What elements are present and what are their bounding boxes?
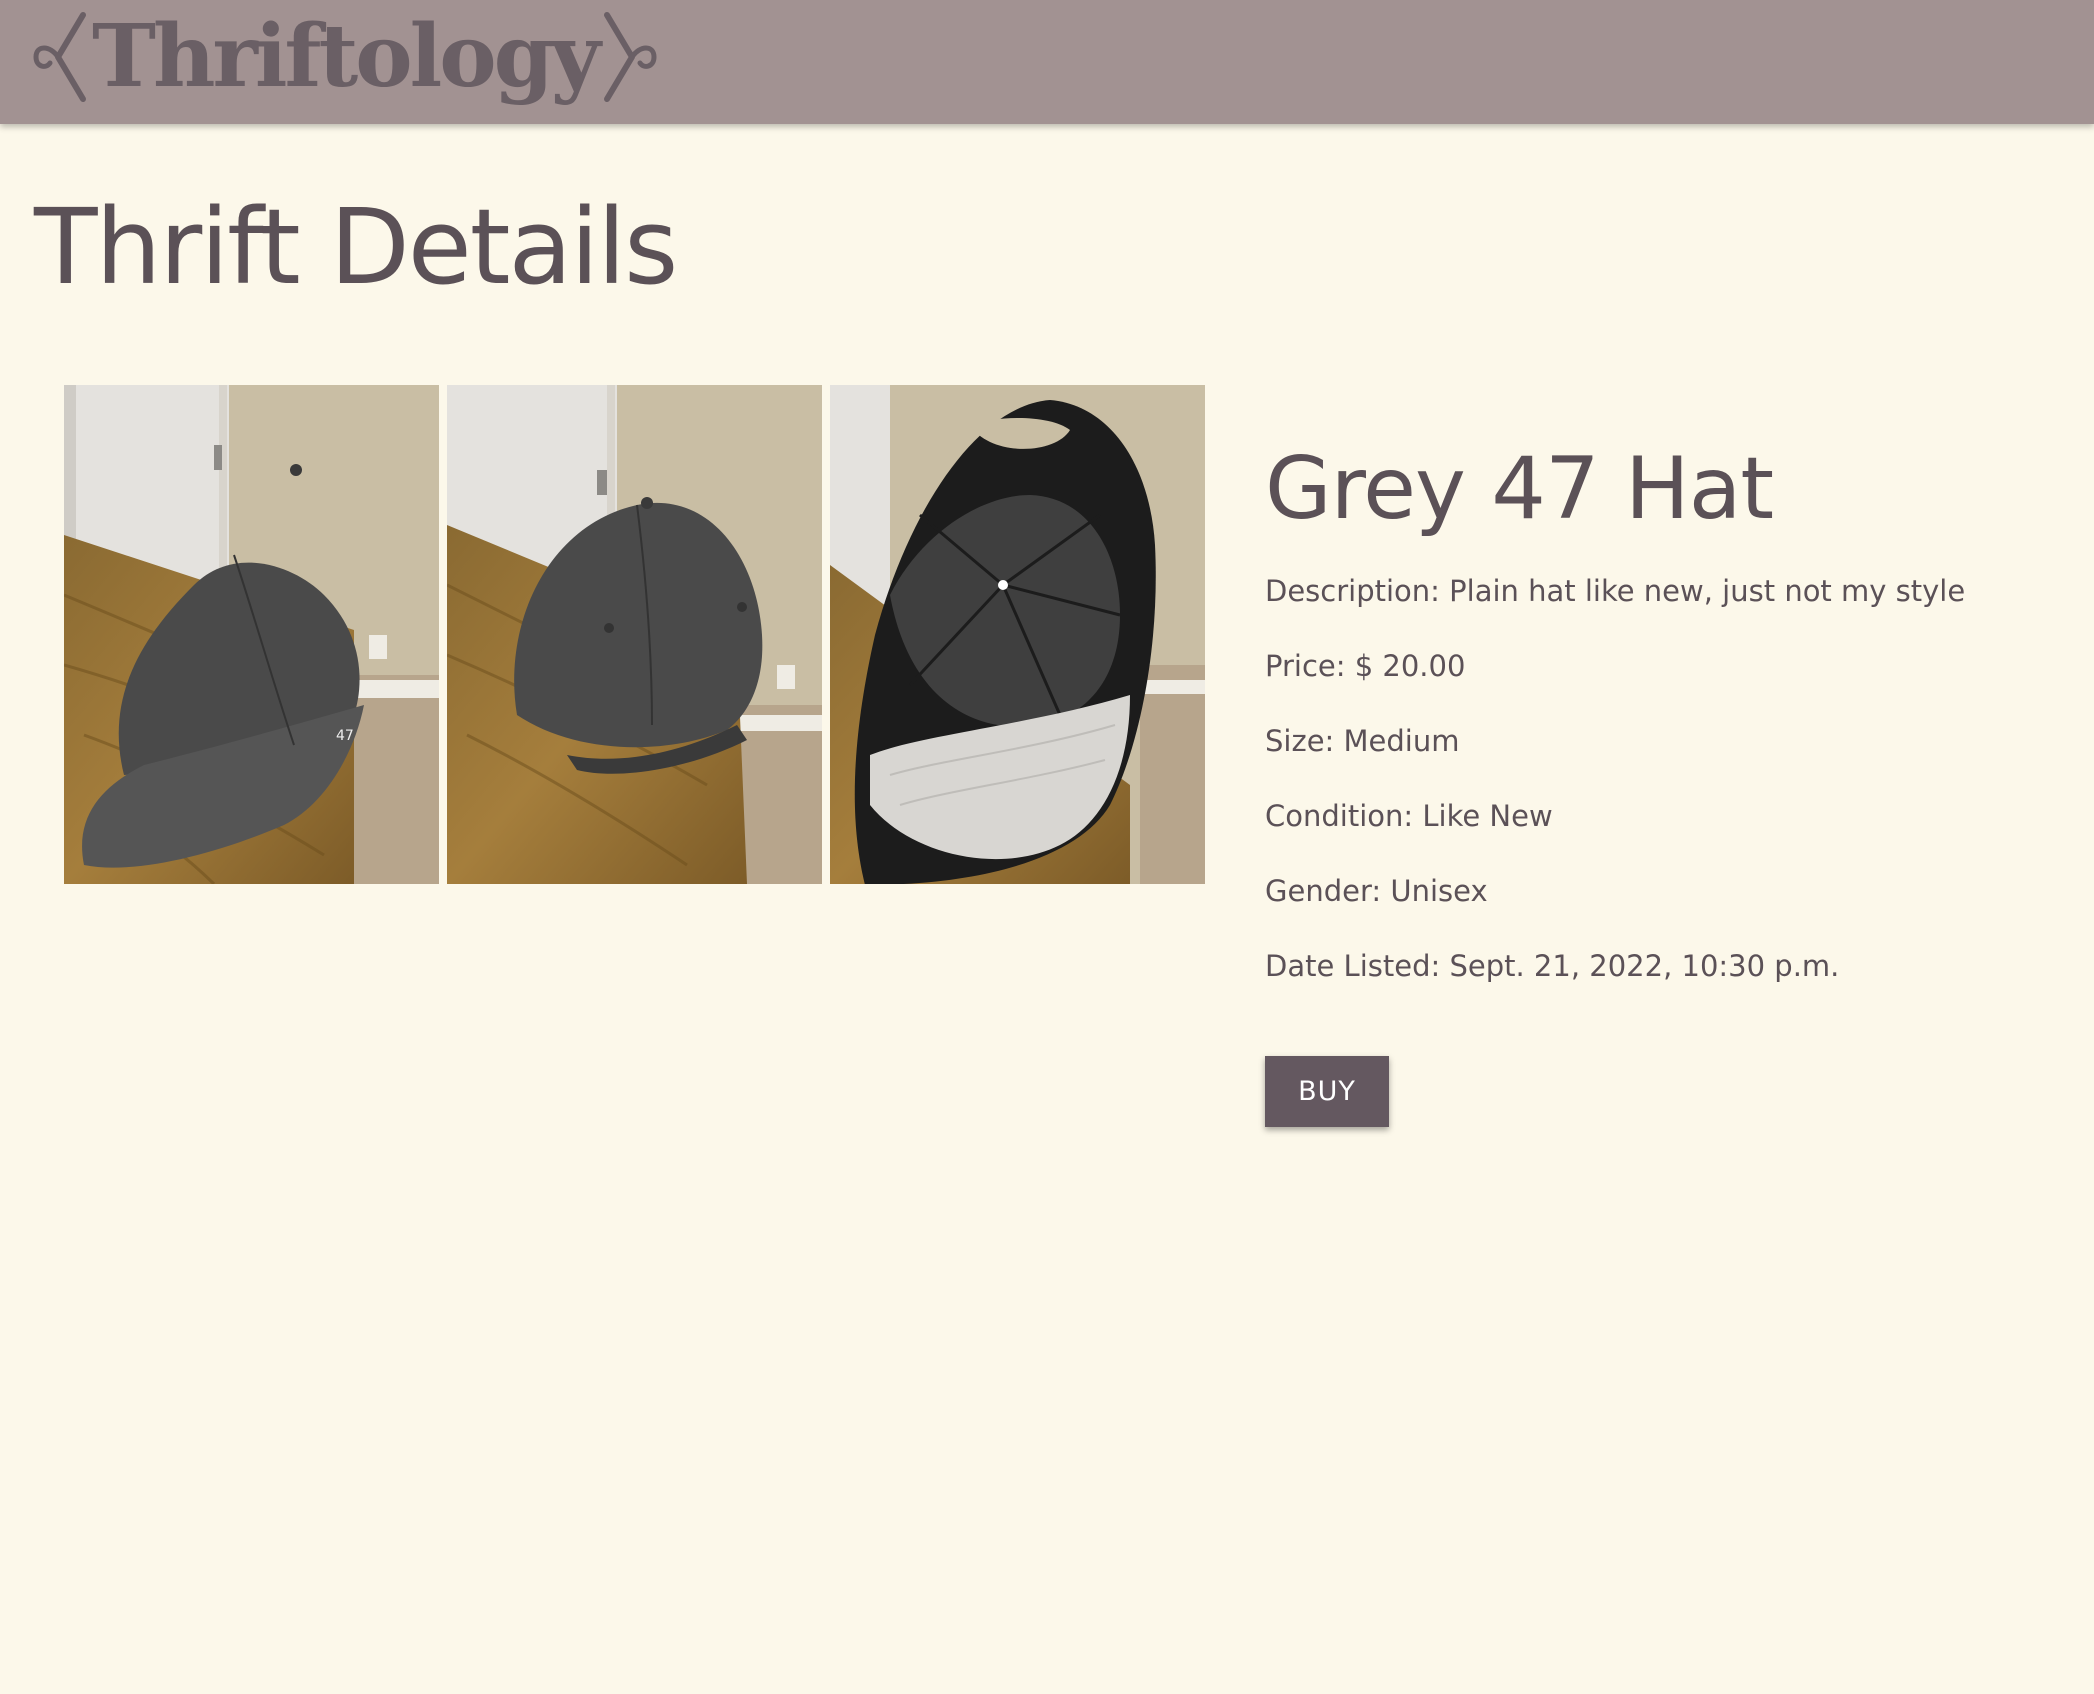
field-value: Medium: [1343, 723, 1460, 758]
field-value: Plain hat like new, just not my style: [1449, 573, 1966, 608]
item-gender: Gender: Unisex: [1265, 871, 2045, 911]
item-condition: Condition: Like New: [1265, 796, 2045, 836]
logo-text: Thriftology: [92, 6, 601, 107]
buy-button[interactable]: BUY: [1265, 1055, 1389, 1127]
field-label: Size:: [1265, 723, 1335, 758]
field-value: Sept. 21, 2022, 10:30 p.m.: [1449, 948, 1840, 983]
field-value: Like New: [1422, 798, 1553, 833]
field-label: Date Listed:: [1265, 948, 1441, 983]
site-logo[interactable]: Thriftology: [28, 6, 662, 108]
item-photo-underside[interactable]: [830, 385, 1205, 884]
field-label: Description:: [1265, 573, 1440, 608]
item-details: Grey 47 Hat Description: Plain hat like …: [1265, 440, 2045, 1127]
item-date-listed: Date Listed: Sept. 21, 2022, 10:30 p.m.: [1265, 946, 2045, 986]
item-name: Grey 47 Hat: [1265, 439, 1774, 539]
page-title: Thrift Details: [34, 186, 678, 308]
hanger-right-icon: [603, 12, 657, 102]
field-label: Gender:: [1265, 873, 1382, 908]
navbar: Thriftology: [0, 0, 2094, 124]
hanger-left-icon: [33, 12, 86, 102]
item-photo-back[interactable]: [447, 385, 822, 884]
field-value: $ 20.00: [1354, 648, 1466, 683]
item-size: Size: Medium: [1265, 721, 2045, 761]
svg-text:47: 47: [336, 728, 354, 744]
item-price: Price: $ 20.00: [1265, 646, 2045, 686]
field-label: Price:: [1265, 648, 1346, 683]
field-value: Unisex: [1390, 873, 1488, 908]
item-photo-front[interactable]: 47: [64, 385, 439, 884]
field-label: Condition:: [1265, 798, 1414, 833]
item-description: Description: Plain hat like new, just no…: [1265, 571, 2045, 611]
photo-gallery: 47: [64, 385, 1205, 884]
